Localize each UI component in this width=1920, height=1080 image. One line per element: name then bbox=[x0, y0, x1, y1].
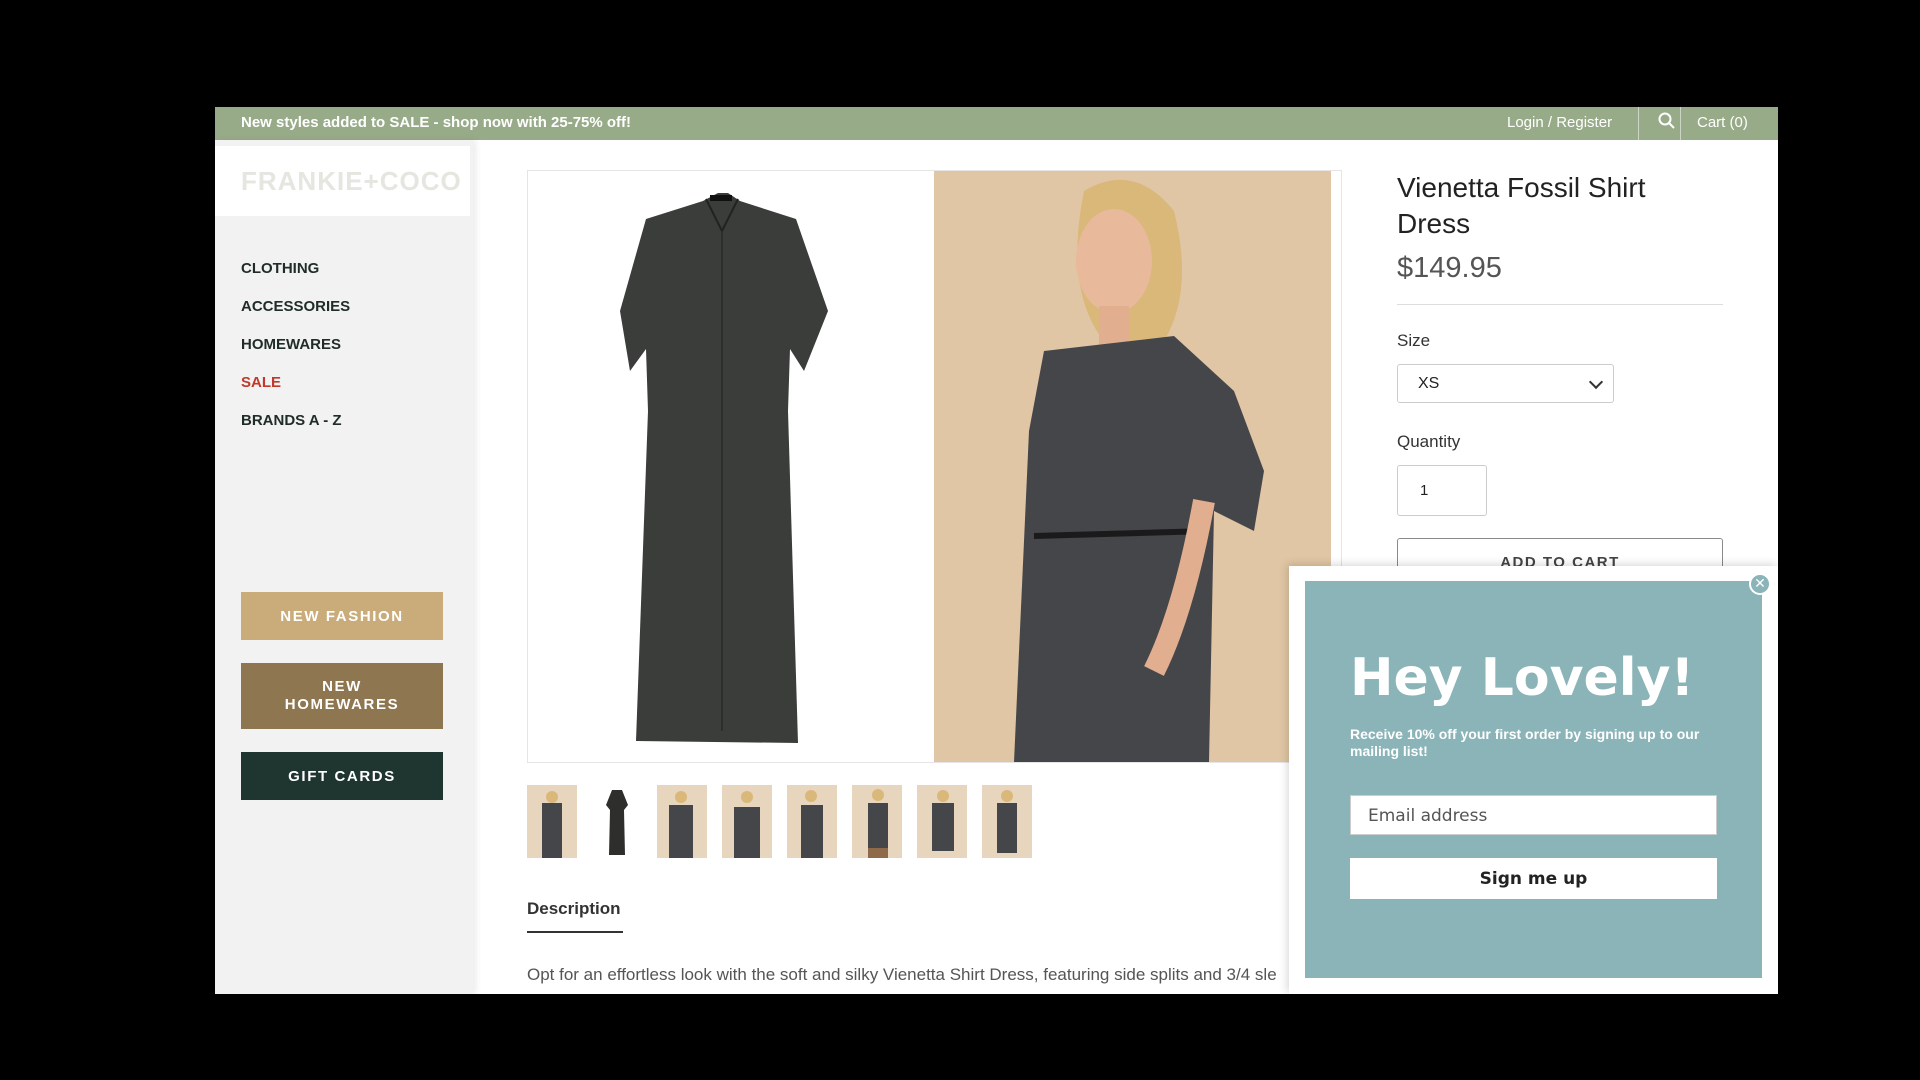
logo-container[interactable]: FRANKIE+COCO bbox=[215, 146, 470, 216]
popup-heading: Hey Lovely! bbox=[1350, 648, 1695, 708]
nav-brands[interactable]: BRANDS A - Z bbox=[241, 412, 350, 450]
thumbnail[interactable] bbox=[527, 785, 577, 858]
quantity-label: Quantity bbox=[1397, 432, 1461, 451]
product-title: Vienetta Fossil Shirt Dress bbox=[1397, 172, 1646, 239]
thumbnail[interactable] bbox=[657, 785, 707, 858]
promo-link[interactable]: New styles added to SALE - shop now with… bbox=[241, 114, 631, 131]
gift-cards-button[interactable]: GIFT CARDS bbox=[241, 752, 443, 800]
thumbnail[interactable] bbox=[852, 785, 902, 858]
size-value: XS bbox=[1418, 375, 1440, 392]
nav-sale[interactable]: SALE bbox=[241, 374, 350, 412]
login-register-link[interactable]: Login / Register bbox=[1507, 114, 1612, 131]
sign-up-button[interactable]: Sign me up bbox=[1350, 858, 1717, 899]
tab-underline bbox=[527, 931, 623, 933]
thumbnail[interactable] bbox=[787, 785, 837, 858]
divider bbox=[1638, 107, 1639, 140]
search-icon[interactable] bbox=[1658, 112, 1680, 134]
tab-description[interactable]: Description bbox=[527, 899, 621, 919]
thumbnail[interactable] bbox=[592, 785, 642, 858]
divider bbox=[1397, 304, 1723, 305]
new-homewares-label: NEW HOMEWARES bbox=[284, 678, 400, 713]
newsletter-panel: Hey Lovely! Receive 10% off your first o… bbox=[1305, 581, 1762, 978]
sidebar: FRANKIE+COCO CLOTHING ACCESSORIES HOMEWA… bbox=[215, 140, 473, 994]
email-field[interactable]: Email address bbox=[1350, 795, 1717, 835]
product-price: $149.95 bbox=[1397, 252, 1502, 284]
close-icon[interactable]: ✕ bbox=[1749, 573, 1771, 595]
main-nav: CLOTHING ACCESSORIES HOMEWARES SALE BRAN… bbox=[241, 260, 350, 450]
divider bbox=[1680, 107, 1681, 140]
thumbnail[interactable] bbox=[722, 785, 772, 858]
product-gallery[interactable] bbox=[527, 170, 1342, 763]
announcement-bar: New styles added to SALE - shop now with… bbox=[215, 107, 1778, 140]
logo[interactable]: FRANKIE+COCO bbox=[241, 166, 462, 197]
product-info: Vienetta Fossil Shirt Dress $149.95 bbox=[1397, 170, 1723, 285]
nav-accessories[interactable]: ACCESSORIES bbox=[241, 298, 350, 336]
size-label: Size bbox=[1397, 331, 1431, 350]
newsletter-popup: Hey Lovely! Receive 10% off your first o… bbox=[1289, 566, 1778, 994]
new-homewares-button[interactable]: NEW HOMEWARES bbox=[241, 663, 443, 729]
description-text: Opt for an effortless look with the soft… bbox=[527, 965, 1277, 984]
popup-body: Receive 10% off your first order by sign… bbox=[1350, 726, 1700, 759]
thumbnail[interactable] bbox=[917, 785, 967, 858]
nav-clothing[interactable]: CLOTHING bbox=[241, 260, 350, 298]
quantity-input[interactable]: 1 bbox=[1397, 465, 1487, 516]
chevron-down-icon bbox=[1588, 374, 1604, 390]
thumbnail[interactable] bbox=[982, 785, 1032, 858]
nav-homewares[interactable]: HOMEWARES bbox=[241, 336, 350, 374]
product-image-dress[interactable] bbox=[528, 171, 934, 762]
product-image-model[interactable] bbox=[934, 171, 1331, 762]
new-fashion-button[interactable]: NEW FASHION bbox=[241, 592, 443, 640]
page: New styles added to SALE - shop now with… bbox=[215, 107, 1778, 994]
cart-link[interactable]: Cart (0) bbox=[1697, 114, 1748, 131]
size-select[interactable]: XS bbox=[1397, 364, 1614, 403]
